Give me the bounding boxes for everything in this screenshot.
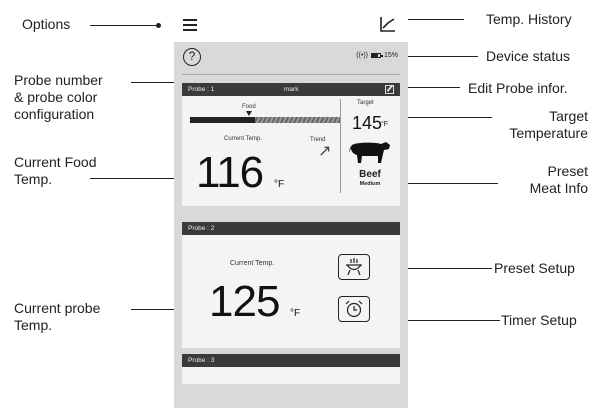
- cow-icon: [349, 142, 390, 163]
- callout-target-2: Temperature: [509, 125, 588, 141]
- meat-doneness: Medium: [359, 181, 381, 187]
- battery-icon: [370, 53, 383, 58]
- callout-probe-number-3: configuration: [14, 106, 95, 122]
- callout-line: [404, 183, 498, 184]
- preset-setup-button[interactable]: [338, 254, 370, 280]
- probe-2-label: Probe : 2: [188, 225, 215, 232]
- food-progress-bar: [190, 117, 340, 123]
- callout-line: [408, 56, 478, 57]
- callout-line: [90, 178, 186, 179]
- target-temp[interactable]: 145: [352, 113, 382, 134]
- wifi-icon: ((•)): [356, 52, 368, 59]
- battery-percent: 15%: [383, 52, 398, 59]
- callout-edit-probe: Edit Probe infor.: [468, 80, 568, 96]
- probe-1-label: Probe : 1: [188, 86, 215, 93]
- probe-3-card[interactable]: Probe : 3: [182, 354, 400, 384]
- divider: [182, 74, 400, 75]
- food-marker-icon: [246, 111, 252, 116]
- callout-line: [131, 309, 174, 310]
- callout-options: Options: [22, 16, 71, 32]
- meat-type: Beef: [359, 169, 381, 180]
- target-label: Target: [357, 100, 374, 106]
- callout-preset-setup: Preset Setup: [494, 260, 575, 276]
- probe-1-name: mark: [284, 86, 299, 93]
- callout-line: [408, 87, 460, 88]
- callout-current-food-2: Temp.: [14, 171, 53, 187]
- current-probe-temp: 125: [209, 277, 280, 326]
- callout-current-food-1: Current Food: [14, 154, 97, 170]
- trend-arrow-icon: ↗: [318, 143, 332, 160]
- current-temp-label: Current Temp.: [224, 136, 262, 142]
- current-food-temp: 116: [196, 148, 264, 197]
- callout-line: [131, 82, 174, 83]
- history-chart-icon[interactable]: [380, 16, 396, 32]
- timer-setup-button[interactable]: [338, 296, 370, 322]
- callout-preset-meat-1: Preset: [547, 163, 588, 179]
- callout-line: [408, 19, 464, 20]
- callout-current-probe-1: Current probe: [14, 300, 101, 316]
- callout-preset-meat-2: Meat Info: [529, 180, 588, 196]
- grill-icon: [346, 258, 362, 276]
- callout-current-probe-2: Temp.: [14, 317, 53, 333]
- callout-target-1: Target: [549, 108, 588, 124]
- callout-line: [404, 117, 492, 118]
- callout-probe-number-2: & probe color: [14, 89, 98, 105]
- target-temp-unit: °F: [381, 121, 389, 128]
- current-temp-unit: °F: [274, 179, 285, 190]
- callout-timer-setup: Timer Setup: [501, 312, 577, 328]
- callout-probe-number-1: Probe number: [14, 72, 103, 88]
- callout-line: [90, 25, 158, 26]
- callout-temp-history: Temp. History: [486, 11, 572, 27]
- probe-2-header: Probe : 2: [182, 222, 400, 235]
- probe-3-header: Probe : 3: [182, 354, 400, 367]
- device-status: ((•)) 15%: [356, 52, 398, 59]
- edit-icon[interactable]: [385, 85, 394, 94]
- current-temp-label: Current Temp.: [230, 260, 275, 267]
- phone-screen: ? ((•)) 15% Probe : 1 mark Food Current …: [174, 42, 408, 408]
- callout-line: [408, 320, 500, 321]
- divider: [340, 99, 341, 193]
- food-label: Food: [242, 104, 256, 110]
- probe-1-header: Probe : 1 mark: [182, 83, 400, 96]
- food-progress-fill: [190, 117, 255, 123]
- probe-2-card[interactable]: Probe : 2 Current Temp. 125 °F: [182, 222, 400, 348]
- callout-line: [408, 268, 492, 269]
- probe-3-label: Probe : 3: [188, 357, 215, 364]
- callout-dot: [156, 23, 161, 28]
- alarm-clock-icon: [345, 300, 363, 318]
- probe-1-card[interactable]: Probe : 1 mark Food Current Temp. Trend …: [182, 83, 400, 206]
- current-temp-unit: °F: [290, 308, 301, 319]
- callout-device-status: Device status: [486, 48, 571, 64]
- menu-icon[interactable]: [183, 19, 197, 31]
- phone-top-bar: ? ((•)) 15%: [174, 42, 408, 72]
- help-icon[interactable]: ?: [183, 48, 201, 66]
